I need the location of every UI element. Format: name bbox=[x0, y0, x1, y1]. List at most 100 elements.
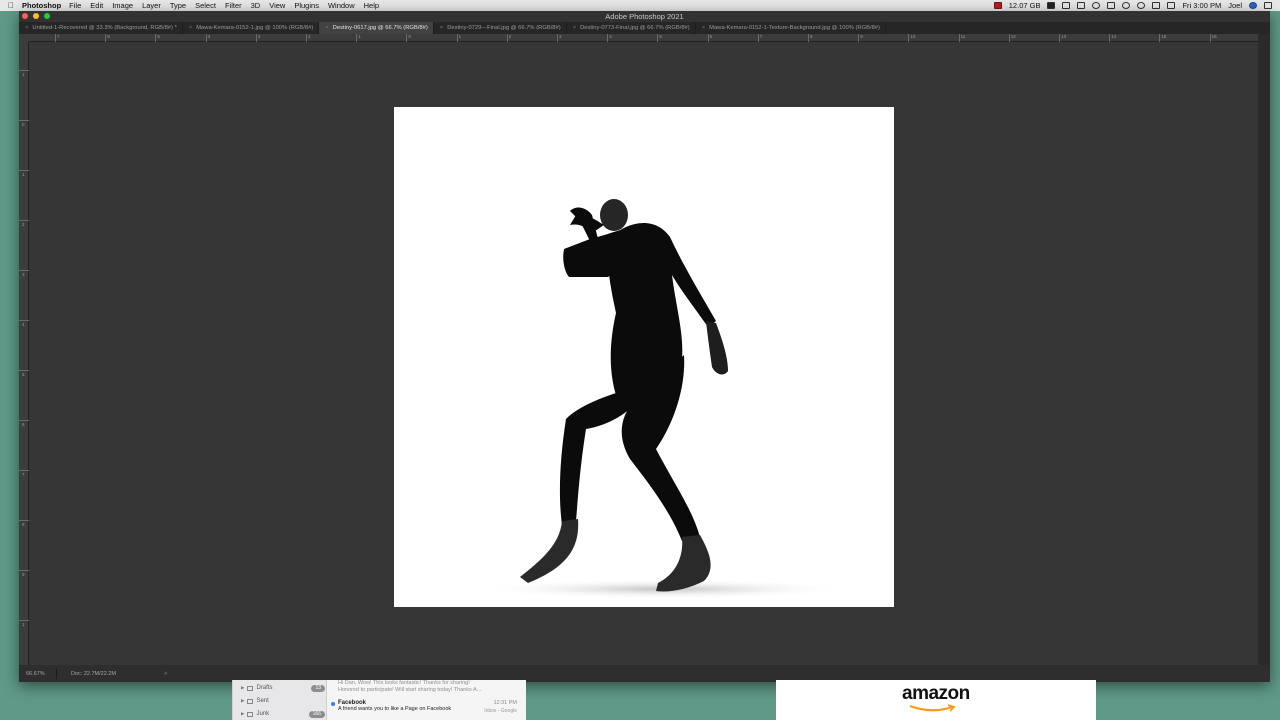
tab-label: Destiny-0773-Final.jpg @ 66.7% (RGB/8#) bbox=[580, 25, 690, 31]
ruler-tick-label: 2 bbox=[19, 220, 29, 228]
tab-label: Mawa-Kemara-0152-1.jpg @ 100% (RGB/8#) bbox=[196, 25, 314, 31]
menu-help[interactable]: Help bbox=[364, 1, 379, 10]
tab-untitled-recovered[interactable]: × Untitled-1-Recovered @ 33.3% (Backgroun… bbox=[19, 22, 183, 34]
message-icon[interactable] bbox=[1047, 2, 1056, 9]
screen-capture-icon[interactable] bbox=[1077, 2, 1086, 9]
close-tab-icon[interactable]: × bbox=[189, 25, 192, 31]
siri-icon[interactable] bbox=[1249, 2, 1257, 9]
close-tab-icon[interactable]: × bbox=[325, 25, 328, 31]
ruler-tick-label: 7 bbox=[55, 34, 60, 42]
volume-icon[interactable] bbox=[1167, 2, 1176, 9]
ruler-tick-label: 10 bbox=[908, 34, 915, 42]
vertical-ruler[interactable]: 1 0 1 2 3 4 5 6 7 8 9 1 bbox=[19, 42, 29, 665]
mail-folder-junk[interactable]: ▶ Junk 166 bbox=[241, 709, 325, 719]
menu-edit[interactable]: Edit bbox=[90, 1, 103, 10]
memory-readout[interactable]: 12.07 GB bbox=[1009, 1, 1041, 10]
message-time: 12:31 PM bbox=[493, 700, 517, 706]
mail-folder-sent[interactable]: ▶ Sent bbox=[241, 696, 325, 706]
airplay-icon[interactable] bbox=[1107, 2, 1116, 9]
tab-label: Destiny-0729---Final.jpg @ 66.7% (RGB/8#… bbox=[447, 25, 561, 31]
status-menus: 12.07 GB Fri 3:00 PM Joel bbox=[993, 1, 1280, 10]
display-icon[interactable] bbox=[1062, 2, 1071, 9]
menu-plugins[interactable]: Plugins bbox=[294, 1, 319, 10]
ruler-tick-label: 2 bbox=[306, 34, 311, 42]
ruler-tick-label: 9 bbox=[858, 34, 863, 42]
window-titlebar[interactable]: Adobe Photoshop 2021 bbox=[19, 11, 1270, 22]
ruler-tick-label: 11 bbox=[958, 34, 965, 42]
menubar-clock[interactable]: Fri 3:00 PM bbox=[1182, 1, 1221, 10]
mail-message-list: Hi Dan, Wow! This looks fantastic! Thank… bbox=[328, 680, 527, 720]
menu-filter[interactable]: Filter bbox=[225, 1, 242, 10]
close-tab-icon[interactable]: × bbox=[702, 25, 705, 31]
window-controls bbox=[22, 13, 50, 19]
tab-mawa-kemara[interactable]: × Mawa-Kemara-0152-1.jpg @ 100% (RGB/8#) bbox=[183, 22, 320, 34]
ruler-origin[interactable] bbox=[19, 34, 29, 42]
ruler-tick-label: 16 bbox=[1209, 34, 1217, 42]
menu-3d[interactable]: 3D bbox=[251, 1, 261, 10]
ruler-tick-label: 9 bbox=[19, 570, 29, 578]
notification-center-icon[interactable] bbox=[1264, 2, 1272, 9]
menu-type[interactable]: Type bbox=[170, 1, 186, 10]
ruler-tick-label: 3 bbox=[19, 270, 29, 278]
unread-dot-icon bbox=[331, 702, 335, 706]
disclosure-triangle-icon[interactable]: ▶ bbox=[241, 711, 244, 717]
canvas-workspace[interactable] bbox=[29, 42, 1258, 665]
vertical-panel-strip[interactable] bbox=[1258, 34, 1270, 665]
ruler-tick-label: 7 bbox=[19, 470, 29, 478]
zoom-level-field[interactable]: 66.67% bbox=[19, 668, 57, 679]
sync-icon[interactable] bbox=[1092, 2, 1101, 9]
menu-file[interactable]: File bbox=[69, 1, 81, 10]
wifi-icon[interactable] bbox=[1152, 2, 1161, 9]
close-window-button[interactable] bbox=[22, 13, 28, 19]
app-menu[interactable]: Photoshop bbox=[22, 1, 61, 10]
document-canvas[interactable] bbox=[394, 107, 894, 607]
tab-label: Untitled-1-Recovered @ 33.3% (Background… bbox=[32, 25, 177, 31]
mail-folder-drafts[interactable]: ▶ Drafts 13 bbox=[241, 683, 325, 693]
ruler-tick-label: 1 bbox=[456, 34, 461, 42]
menu-view[interactable]: View bbox=[269, 1, 285, 10]
list-item[interactable]: Hi Dan, Wow! This looks fantastic! Thank… bbox=[338, 680, 523, 694]
ruler-tick-label: 7 bbox=[757, 34, 762, 42]
tab-destiny-0617[interactable]: × Destiny-0617.jpg @ 66.7% (RGB/8#) bbox=[319, 22, 434, 34]
memory-monitor-icon[interactable] bbox=[993, 2, 1002, 9]
menu-layer[interactable]: Layer bbox=[142, 1, 161, 10]
window-title: Adobe Photoshop 2021 bbox=[605, 12, 684, 21]
ruler-tick-label: 5 bbox=[657, 34, 662, 42]
tab-destiny-0729[interactable]: × Destiny-0729---Final.jpg @ 66.7% (RGB/8… bbox=[434, 22, 567, 34]
unread-count-badge: 13 bbox=[311, 684, 325, 692]
bluetooth-icon[interactable] bbox=[1137, 2, 1146, 9]
menubar-user[interactable]: Joel bbox=[1228, 1, 1242, 10]
minimize-window-button[interactable] bbox=[33, 13, 39, 19]
ruler-tick-label: 1 bbox=[356, 34, 361, 42]
ruler-tick-label: 4 bbox=[19, 320, 29, 328]
drafts-folder-icon bbox=[247, 685, 254, 691]
document-tabs: × Untitled-1-Recovered @ 33.3% (Backgroun… bbox=[19, 22, 1270, 34]
time-machine-icon[interactable] bbox=[1122, 2, 1131, 9]
amazon-ad-banner[interactable]: amazon bbox=[776, 680, 1096, 720]
apple-menu-icon[interactable]:  bbox=[0, 1, 22, 10]
disclosure-triangle-icon[interactable]: ▶ bbox=[241, 698, 244, 704]
ruler-tick-label: 13 bbox=[1059, 34, 1066, 42]
ruler-tick-label: 14 bbox=[1109, 34, 1116, 42]
menu-window[interactable]: Window bbox=[328, 1, 355, 10]
amazon-smile-icon bbox=[909, 704, 956, 712]
tab-destiny-0773[interactable]: × Destiny-0773-Final.jpg @ 66.7% (RGB/8#) bbox=[567, 22, 696, 34]
close-tab-icon[interactable]: × bbox=[573, 25, 576, 31]
amazon-logo: amazon bbox=[902, 683, 970, 704]
tab-mawa-kemara-texture[interactable]: × Mawa-Kemara-0152-1-Texture-Background.j… bbox=[696, 22, 886, 34]
document-size-info[interactable]: Doc: 22.7M/22.2M bbox=[57, 671, 116, 677]
list-item[interactable]: Facebook 12:31 PM A friend wants you to … bbox=[331, 700, 523, 714]
menu-image[interactable]: Image bbox=[112, 1, 133, 10]
horizontal-ruler[interactable]: 785432101234567891011121314151617 bbox=[29, 34, 1267, 42]
ruler-tick-label: 8 bbox=[808, 34, 813, 42]
disclosure-triangle-icon[interactable]: ▶ bbox=[241, 685, 244, 691]
close-tab-icon[interactable]: × bbox=[440, 25, 443, 31]
ruler-tick-label: 8 bbox=[105, 34, 110, 42]
zoom-window-button[interactable] bbox=[44, 13, 50, 19]
ruler-tick-label: 2 bbox=[506, 34, 511, 42]
menu-select[interactable]: Select bbox=[195, 1, 216, 10]
dancer-photo bbox=[474, 199, 854, 599]
ruler-tick-label: 6 bbox=[19, 420, 29, 428]
close-tab-icon[interactable]: × bbox=[25, 25, 28, 31]
status-info-menu-icon[interactable]: > bbox=[164, 671, 167, 677]
